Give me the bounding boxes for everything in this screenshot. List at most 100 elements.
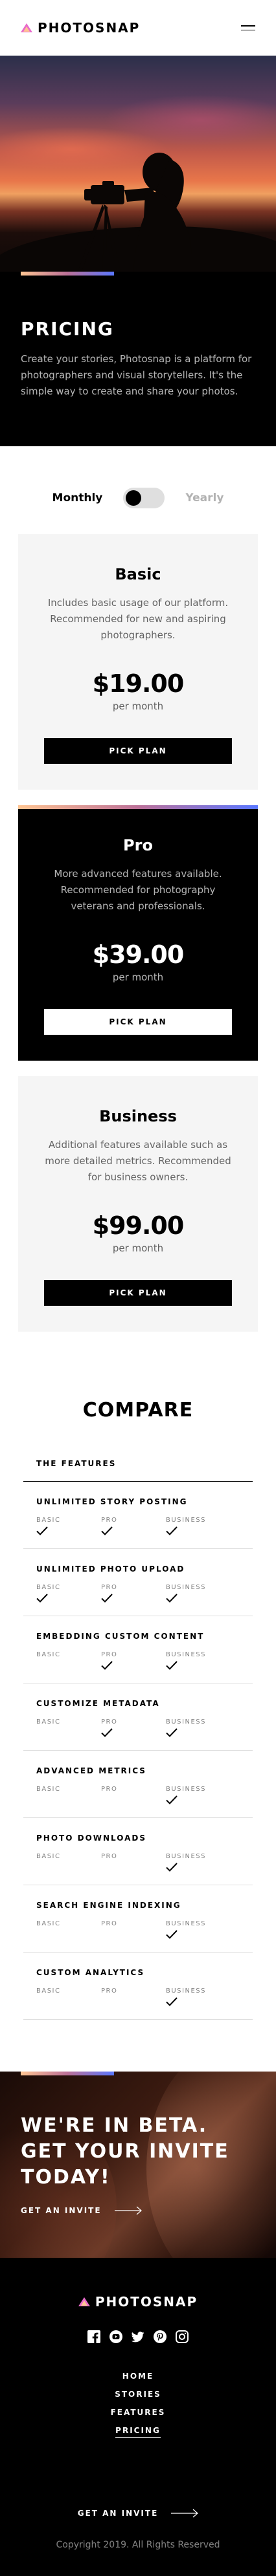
youtube-icon[interactable] <box>109 2330 122 2343</box>
check-cell <box>166 1661 231 1672</box>
tier-basic: BASIC <box>36 1584 101 1605</box>
tier-label: BASIC <box>36 1517 61 1524</box>
tier-pro: PRO <box>101 1517 166 1538</box>
plan-name: Business <box>99 1107 177 1125</box>
features-header: THE FEATURES <box>23 1459 253 1482</box>
monthly-label[interactable]: Monthly <box>52 492 103 504</box>
beta-invite-section: WE'RE IN BETA. GET YOUR INVITE TODAY! GE… <box>0 2072 276 2258</box>
checkmark-icon <box>101 1661 113 1670</box>
photographer-silhouette <box>78 153 192 272</box>
check-cell <box>101 1728 166 1740</box>
brand-logo[interactable]: PHOTOSNAP <box>21 20 140 36</box>
plan-card-basic: Basic Includes basic usage of our platfo… <box>18 534 258 790</box>
yearly-label[interactable]: Yearly <box>185 492 224 504</box>
tier-business: BUSINESS <box>166 1920 231 1942</box>
plan-description: Includes basic usage of our platform. Re… <box>47 597 229 641</box>
empty-cell <box>101 1863 166 1874</box>
feature-row: PHOTO DOWNLOADS BASIC PRO BUSINESS <box>23 1818 253 1885</box>
tier-basic: BASIC <box>36 1517 101 1538</box>
menu-line <box>241 29 255 30</box>
empty-cell <box>101 1930 166 1942</box>
empty-cell <box>36 1863 101 1874</box>
checkmark-icon <box>166 1863 178 1872</box>
billing-period-toggle[interactable] <box>123 488 165 508</box>
footer-nav-home[interactable]: HOME <box>122 2372 154 2381</box>
arrow-right-icon <box>114 2206 142 2215</box>
pinterest-icon[interactable] <box>154 2330 167 2343</box>
tier-pro: PRO <box>101 1987 166 2009</box>
plan-period: per month <box>112 700 164 712</box>
footer-brand-logo[interactable]: PHOTOSNAP <box>21 2294 255 2310</box>
plan-period: per month <box>112 1242 164 1254</box>
footer-nav-stories[interactable]: STORIES <box>115 2390 161 2399</box>
tier-label: BASIC <box>36 1853 61 1860</box>
feature-tiers: BASIC PRO BUSINESS <box>36 1584 240 1605</box>
tier-label: BUSINESS <box>166 1853 206 1860</box>
feature-row: CUSTOM ANALYTICS BASIC PRO BUSINESS <box>23 1953 253 2020</box>
feature-tiers: BASIC PRO BUSINESS <box>36 1987 240 2009</box>
feature-name: EMBEDDING CUSTOM CONTENT <box>36 1632 205 1641</box>
pick-plan-business-button[interactable]: PICK PLAN <box>44 1280 232 1306</box>
social-links <box>21 2330 255 2343</box>
check-cell <box>166 1863 231 1874</box>
check-cell <box>101 1661 166 1672</box>
checkmark-icon <box>166 1728 178 1737</box>
hero-section: PRICING Create your stories, Photosnap i… <box>0 56 276 446</box>
hero-text-block: PRICING Create your stories, Photosnap i… <box>0 272 276 446</box>
plan-price: $19.00 <box>92 669 185 698</box>
tier-label: PRO <box>101 1920 118 1927</box>
tier-business: BUSINESS <box>166 1517 231 1538</box>
footer-nav-pricing[interactable]: PRICING <box>115 2426 161 2438</box>
tier-label: BUSINESS <box>166 1651 206 1658</box>
feature-row: CUSTOMIZE METADATA BASIC PRO BUSINESS <box>23 1683 253 1751</box>
hero-description: Create your stories, Photosnap is a plat… <box>21 353 252 397</box>
hero-image <box>0 56 276 272</box>
accent-gradient-bar <box>21 272 114 276</box>
feature-tiers: BASIC PRO BUSINESS <box>36 1718 240 1740</box>
feature-row: UNLIMITED PHOTO UPLOAD BASIC PRO BUSINESS <box>23 1549 253 1616</box>
beta-title: WE'RE IN BETA. GET YOUR INVITE TODAY! <box>21 2113 255 2191</box>
check-cell <box>36 1594 101 1605</box>
tier-label: PRO <box>101 1584 118 1591</box>
tier-label: BASIC <box>36 1651 61 1658</box>
checkmark-icon <box>101 1526 113 1535</box>
pick-plan-basic-button[interactable]: PICK PLAN <box>44 738 232 764</box>
feature-tiers: BASIC PRO BUSINESS <box>36 1651 240 1672</box>
footer-get-invite-link[interactable]: GET AN INVITE <box>21 2509 255 2518</box>
plan-card-pro: Pro More advanced features available. Re… <box>18 805 258 1061</box>
check-cell <box>101 1594 166 1605</box>
plan-description: More advanced features available. Recomm… <box>54 868 222 912</box>
plan-card-business: Business Additional features available s… <box>18 1076 258 1332</box>
feature-name: UNLIMITED STORY POSTING <box>36 1497 188 1506</box>
feature-row: UNLIMITED STORY POSTING BASIC PRO BUSINESS <box>23 1482 253 1549</box>
tier-basic: BASIC <box>36 1987 101 2009</box>
tier-label: PRO <box>101 1517 118 1524</box>
tier-label: BUSINESS <box>166 1584 206 1591</box>
pick-plan-pro-button[interactable]: PICK PLAN <box>44 1009 232 1035</box>
feature-tiers: BASIC PRO BUSINESS <box>36 1853 240 1874</box>
tier-label: BUSINESS <box>166 1718 206 1726</box>
tier-pro: PRO <box>101 1584 166 1605</box>
tier-pro: PRO <box>101 1853 166 1874</box>
tier-label: BUSINESS <box>166 1786 206 1793</box>
beta-title-line: GET YOUR INVITE <box>21 2140 229 2163</box>
tier-label: PRO <box>101 1987 118 1995</box>
checkmark-icon <box>166 1594 178 1603</box>
tier-business: BUSINESS <box>166 1718 231 1740</box>
footer-nav-features[interactable]: FEATURES <box>111 2408 166 2417</box>
plan-price: $99.00 <box>92 1211 185 1240</box>
instagram-icon[interactable] <box>176 2330 189 2343</box>
accent-gradient-bar <box>21 2072 114 2075</box>
check-cell <box>166 1795 231 1807</box>
empty-cell <box>36 1795 101 1807</box>
tier-label: PRO <box>101 1651 118 1658</box>
facebook-icon[interactable] <box>87 2330 100 2343</box>
feature-name: UNLIMITED PHOTO UPLOAD <box>36 1564 185 1574</box>
twitter-icon[interactable] <box>132 2330 144 2343</box>
empty-cell <box>36 1997 101 2009</box>
beta-title-line: WE'RE IN BETA. <box>21 2114 208 2137</box>
tier-label: BUSINESS <box>166 1920 206 1927</box>
hamburger-menu-icon[interactable] <box>241 25 255 30</box>
feature-row: ADVANCED METRICS BASIC PRO BUSINESS <box>23 1751 253 1818</box>
get-invite-link[interactable]: GET AN INVITE <box>21 2206 255 2215</box>
